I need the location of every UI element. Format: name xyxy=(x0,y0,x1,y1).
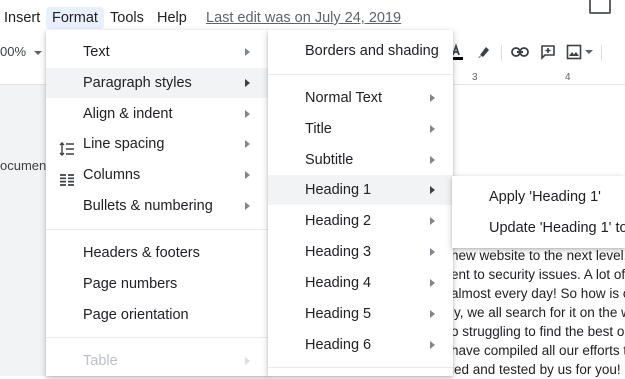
columns-icon xyxy=(59,168,75,186)
menu-item-heading-6[interactable]: Heading 6 xyxy=(268,330,453,360)
menu-item-label: Normal Text xyxy=(305,90,383,106)
menu-item-label: Paragraph styles xyxy=(83,75,192,91)
submenu-arrow-icon xyxy=(245,171,250,179)
menu-item-page-numbers[interactable]: Page numbers xyxy=(46,269,269,299)
ruler-tick: 4 xyxy=(565,72,571,83)
menu-item-label: Heading 3 xyxy=(305,244,372,260)
menu-item-label: Apply 'Heading 1' xyxy=(489,189,601,205)
submenu-arrow-icon xyxy=(245,202,250,210)
menu-item-label: Heading 2 xyxy=(305,213,372,229)
menu-item-text[interactable]: Text xyxy=(46,37,269,67)
menu-item-align-indent[interactable]: Align & indent xyxy=(46,99,269,129)
menu-item-heading-2[interactable]: Heading 2 xyxy=(268,206,453,236)
toolbar-divider xyxy=(601,45,602,61)
submenu-arrow-icon xyxy=(245,140,250,148)
submenu-arrow-icon xyxy=(430,186,435,194)
menu-item-table: Table xyxy=(46,346,269,376)
menu-item-label: Page orientation xyxy=(83,307,189,323)
menu-item-normal-text[interactable]: Normal Text xyxy=(268,83,453,113)
insert-link-icon[interactable] xyxy=(510,42,530,62)
menu-item-label: Heading 4 xyxy=(305,275,372,291)
add-comment-icon[interactable] xyxy=(538,42,558,62)
menu-divider xyxy=(268,367,453,368)
menu-item-apply-heading-1[interactable]: Apply 'Heading 1' xyxy=(452,182,625,213)
menu-item-heading-4[interactable]: Heading 4 xyxy=(268,268,453,298)
submenu-arrow-icon xyxy=(430,156,435,164)
heading-1-menu: Apply 'Heading 1' Update 'Heading 1' to xyxy=(452,176,625,248)
menu-item-borders-shading[interactable]: Borders and shading xyxy=(268,36,453,66)
menu-item-label: Text xyxy=(83,44,110,60)
document-text-line[interactable]: ly, we all search for it on the w xyxy=(451,303,625,322)
ruler-tick: 3 xyxy=(472,72,478,83)
submenu-arrow-icon xyxy=(245,48,250,56)
zoom-dropdown-icon[interactable] xyxy=(34,51,42,55)
menu-item-label: Page numbers xyxy=(83,276,178,292)
menu-item-label: Title xyxy=(305,121,332,137)
submenu-arrow-icon xyxy=(245,79,250,87)
menu-item-label: Line spacing xyxy=(83,136,165,152)
image-options-dropdown-icon[interactable] xyxy=(583,42,595,62)
comment-icon[interactable] xyxy=(589,0,611,14)
menu-item-bullets-numbering[interactable]: Bullets & numbering xyxy=(46,191,269,221)
line-spacing-icon xyxy=(59,137,75,156)
menu-item-page-orientation[interactable]: Page orientation xyxy=(46,300,269,330)
menu-item-heading-5[interactable]: Heading 5 xyxy=(268,299,453,329)
menu-item-headers-footers[interactable]: Headers & footers xyxy=(46,238,269,268)
document-outline-label: ocumen xyxy=(0,158,47,173)
menu-divider xyxy=(268,74,453,75)
zoom-select[interactable]: 00% xyxy=(0,42,26,62)
submenu-arrow-icon xyxy=(430,217,435,225)
document-text-line[interactable]: ent to security issues. A lot of J xyxy=(451,265,625,284)
menu-format[interactable]: Format xyxy=(46,7,104,29)
highlight-color-icon[interactable] xyxy=(474,42,494,62)
menu-item-label: Subtitle xyxy=(305,152,354,168)
menu-tools[interactable]: Tools xyxy=(104,7,150,29)
submenu-arrow-icon xyxy=(430,125,435,133)
menu-item-line-spacing[interactable]: Line spacing xyxy=(46,129,269,159)
document-text-line[interactable]: o struggling to find the best on xyxy=(451,322,625,341)
submenu-arrow-icon xyxy=(430,310,435,318)
menu-item-subtitle[interactable]: Subtitle xyxy=(268,145,453,175)
submenu-arrow-icon xyxy=(245,357,250,365)
menu-item-heading-3[interactable]: Heading 3 xyxy=(268,237,453,267)
menu-insert[interactable]: Insert xyxy=(0,7,46,29)
menu-divider xyxy=(46,337,269,338)
menu-help[interactable]: Help xyxy=(151,7,193,29)
menu-item-label: Heading 6 xyxy=(305,337,372,353)
menu-bar: Insert Format Tools Help Last edit was o… xyxy=(0,0,625,34)
menu-item-label: Bullets & numbering xyxy=(83,198,213,214)
menu-item-title[interactable]: Title xyxy=(268,114,453,144)
submenu-arrow-icon xyxy=(245,110,250,118)
paragraph-styles-menu: Borders and shading Normal Text Title Su… xyxy=(268,30,453,376)
menu-item-label: Align & indent xyxy=(83,106,173,122)
insert-image-icon[interactable] xyxy=(564,42,584,62)
menu-item-label: Columns xyxy=(83,167,141,183)
document-text-line[interactable]: have compiled all our efforts t xyxy=(451,341,625,360)
format-menu: Text Paragraph styles Align & indent Lin… xyxy=(46,30,269,376)
menu-item-update-heading-1[interactable]: Update 'Heading 1' to xyxy=(452,213,625,244)
menu-item-label: Heading 1 xyxy=(305,182,372,198)
menu-item-columns[interactable]: Columns xyxy=(46,160,269,190)
menu-item-label: Table xyxy=(83,353,118,369)
document-text-line[interactable]: new website to the next level. T xyxy=(451,246,625,265)
menu-item-paragraph-styles[interactable]: Paragraph styles xyxy=(46,68,269,98)
submenu-arrow-icon xyxy=(430,341,435,349)
submenu-arrow-icon xyxy=(430,248,435,256)
document-text-line[interactable]: almost every day! So how is on xyxy=(451,284,625,303)
submenu-arrow-icon xyxy=(430,94,435,102)
submenu-arrow-icon xyxy=(430,279,435,287)
menu-item-label: Headers & footers xyxy=(83,245,200,261)
menu-item-heading-1[interactable]: Heading 1 xyxy=(268,175,453,205)
last-edit-link[interactable]: Last edit was on July 24, 2019 xyxy=(206,7,401,29)
menu-item-label: Heading 5 xyxy=(305,306,372,322)
menu-item-label: Borders and shading xyxy=(305,43,439,59)
menu-divider xyxy=(46,229,269,230)
document-text-line[interactable]: ied and tested by us for you! S xyxy=(451,360,625,379)
menu-item-label: Update 'Heading 1' to xyxy=(489,220,625,236)
toolbar-divider xyxy=(501,45,502,61)
